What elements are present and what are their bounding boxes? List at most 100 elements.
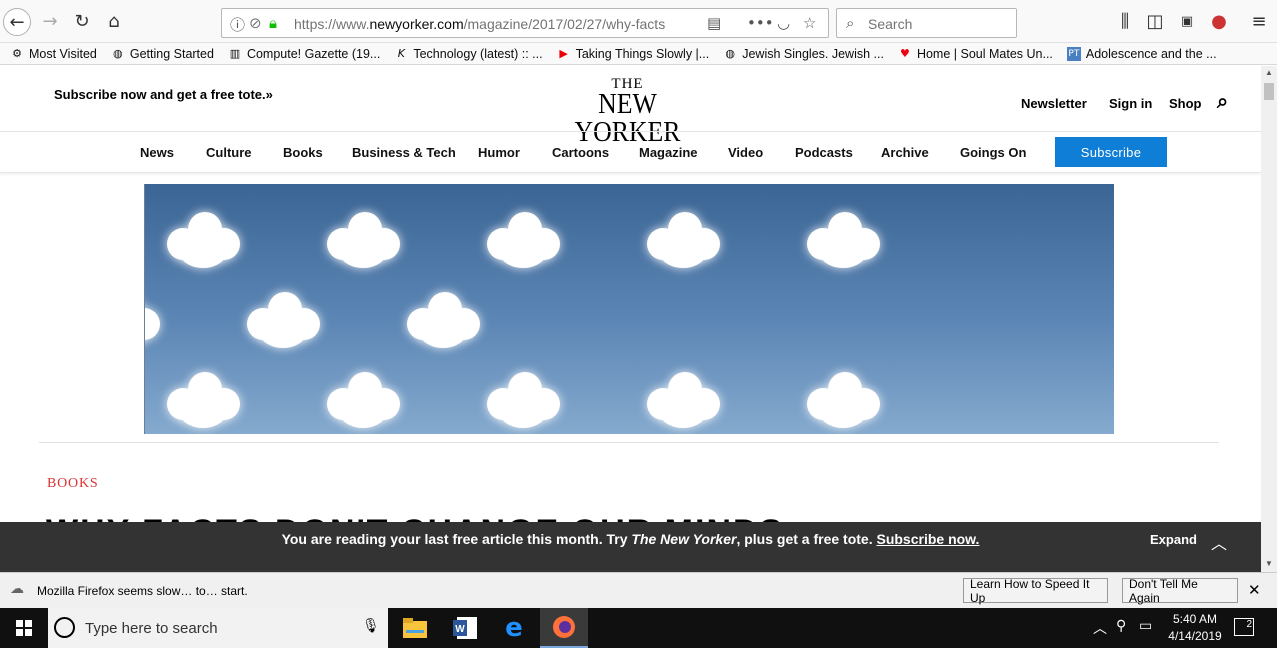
gear-icon: ⚙	[12, 47, 22, 60]
cloud-shape	[327, 212, 401, 268]
nav-books[interactable]: Books	[283, 145, 323, 160]
taskbar-search-placeholder: Type here to search	[85, 620, 218, 637]
divider	[39, 442, 1219, 443]
bookmark-adolescence[interactable]: PT Adolescence and the ...	[1066, 46, 1217, 61]
shop-link[interactable]: Shop	[1169, 96, 1202, 111]
chevron-up-icon[interactable]: ︿	[1211, 530, 1227, 554]
battery-icon[interactable]: ▭	[1139, 618, 1152, 634]
nav-humor[interactable]: Humor	[478, 145, 520, 160]
nav-business-tech[interactable]: Business & Tech	[352, 145, 456, 160]
paywall-subscribe-link[interactable]: Subscribe now.	[876, 531, 979, 547]
chevron-up-icon[interactable]: ︿	[1093, 618, 1107, 638]
extension-dots-icon[interactable]: ●	[1204, 6, 1234, 36]
notification-bar: ☁ Mozilla Firefox seems slow… to… start.…	[0, 572, 1277, 608]
page-actions-icon[interactable]: •••	[747, 14, 774, 32]
info-icon[interactable]: ⓘ	[230, 14, 245, 35]
bookmark-soul-mates[interactable]: ♥ Home | Soul Mates Un...	[898, 47, 1053, 61]
reload-icon[interactable]: ↻	[67, 6, 97, 36]
bookmark-taking-things-slowly[interactable]: ▶ Taking Things Slowly |...	[557, 47, 709, 61]
url-bar[interactable]: ⓘ ⊘ 🔒︎ https://www.newyorker.com/magazin…	[221, 8, 829, 38]
cloud-shape	[807, 212, 881, 268]
notification-count: 2	[1246, 619, 1252, 630]
windows-start-icon[interactable]	[0, 608, 48, 648]
cloud-shape	[487, 212, 561, 268]
library-icon[interactable]: ⫼	[1110, 6, 1140, 36]
nav-goings-on[interactable]: Goings On	[960, 145, 1026, 160]
extension-icon[interactable]: ▣	[1172, 6, 1202, 36]
globe-icon: ◍	[113, 47, 123, 60]
section-label[interactable]: BOOKS	[47, 476, 98, 492]
network-icon[interactable]: ⚲	[1116, 618, 1126, 634]
nav-archive[interactable]: Archive	[881, 145, 929, 160]
clock[interactable]: 5:40 AM 4/14/2019	[1158, 611, 1232, 645]
sidebar-icon[interactable]: ◫	[1140, 6, 1170, 36]
youtube-icon: ▶	[559, 47, 568, 60]
reader-view-icon[interactable]: ▤	[707, 14, 721, 32]
archive-icon: ▥	[229, 47, 241, 60]
scroll-thumb[interactable]	[1264, 83, 1274, 100]
home-icon[interactable]: ⌂	[99, 6, 129, 36]
globe-icon: ◍	[725, 47, 736, 60]
firefox-icon[interactable]	[540, 608, 588, 648]
cloud-shape	[247, 292, 321, 348]
scroll-down-icon[interactable]: ▼	[1265, 559, 1273, 568]
edge-icon[interactable]: e	[490, 608, 538, 648]
subscribe-button[interactable]: Subscribe	[1055, 137, 1167, 167]
clock-date: 4/14/2019	[1168, 629, 1222, 643]
search-bar[interactable]: ⌕ Search	[836, 8, 1017, 38]
search-placeholder: Search	[868, 16, 913, 32]
nav-cartoons[interactable]: Cartoons	[552, 145, 609, 160]
dont-tell-again-button[interactable]: Don't Tell Me Again	[1122, 577, 1238, 605]
nav-culture[interactable]: Culture	[206, 145, 252, 160]
bookmark-compute-gazette[interactable]: ▥ Compute! Gazette (19...	[228, 47, 381, 61]
cloud-shape	[167, 372, 241, 428]
expand-button[interactable]: Expand	[1150, 532, 1197, 547]
newsletter-link[interactable]: Newsletter	[1021, 96, 1087, 111]
web-page: Subscribe now and get a free tote.» THE …	[0, 66, 1261, 572]
back-arrow-icon[interactable]: ←	[3, 8, 31, 36]
menu-icon[interactable]: ≡	[1244, 6, 1274, 36]
cloud-shape	[807, 372, 881, 428]
bookmark-technology[interactable]: K Technology (latest) :: ...	[394, 47, 543, 61]
tracking-shield-icon[interactable]: ⊘	[249, 14, 262, 32]
scrollbar[interactable]: ▲ ▼	[1261, 66, 1277, 572]
bookmark-getting-started[interactable]: ◍ Getting Started	[111, 47, 214, 61]
paywall-message: You are reading your last free article t…	[281, 531, 980, 547]
bookmark-star-icon[interactable]: ☆	[803, 14, 816, 32]
word-icon[interactable]: W	[441, 608, 489, 648]
signin-link[interactable]: Sign in	[1109, 96, 1152, 111]
promo-link[interactable]: Subscribe now and get a free tote.»	[54, 87, 273, 102]
nav-video[interactable]: Video	[728, 145, 763, 160]
microphone-icon[interactable]: 🎙︎	[362, 618, 380, 634]
pocket-icon[interactable]: ◡	[777, 14, 790, 32]
forward-arrow-icon[interactable]: →	[35, 6, 65, 36]
cloud-shape	[647, 212, 721, 268]
bookmark-most-visited[interactable]: ⚙ Most Visited	[10, 47, 97, 61]
cloud-shape	[167, 212, 241, 268]
file-explorer-icon[interactable]	[391, 608, 439, 648]
svg-text:W: W	[455, 624, 465, 635]
cloud-shape	[487, 372, 561, 428]
lock-icon[interactable]: 🔒︎	[269, 14, 277, 32]
scroll-up-icon[interactable]: ▲	[1265, 68, 1273, 77]
close-icon[interactable]: ✕	[1248, 581, 1261, 599]
action-center-icon[interactable]: 2	[1234, 618, 1254, 636]
search-icon[interactable]: ⌕	[1217, 89, 1228, 113]
learn-speed-button[interactable]: Learn How to Speed It Up	[963, 577, 1108, 605]
cloud-shape	[327, 372, 401, 428]
search-icon: ⌕	[846, 14, 855, 32]
bookmarks-bar: ⚙ Most Visited ◍ Getting Started ▥ Compute!…	[0, 43, 1277, 65]
nav-magazine[interactable]: Magazine	[639, 145, 698, 160]
clock-time: 5:40 AM	[1172, 612, 1218, 626]
cloud-shape	[407, 292, 481, 348]
nav-podcasts[interactable]: Podcasts	[795, 145, 853, 160]
hero-illustration	[144, 184, 1114, 434]
taskbar: Type here to search 🎙︎ W e ︿ ⚲ ▭ 5:40 AM…	[0, 608, 1277, 648]
heart-icon: ♥	[900, 47, 910, 60]
nav-news[interactable]: News	[140, 145, 174, 160]
taskbar-search[interactable]: Type here to search 🎙︎	[48, 608, 388, 648]
bookmark-jewish-singles[interactable]: ◍ Jewish Singles. Jewish ...	[723, 47, 884, 61]
k-logo-icon: K	[397, 47, 405, 60]
url-text[interactable]: https://www.newyorker.com/magazine/2017/…	[294, 16, 672, 32]
notification-text: Mozilla Firefox seems slow… to… start.	[37, 584, 248, 598]
